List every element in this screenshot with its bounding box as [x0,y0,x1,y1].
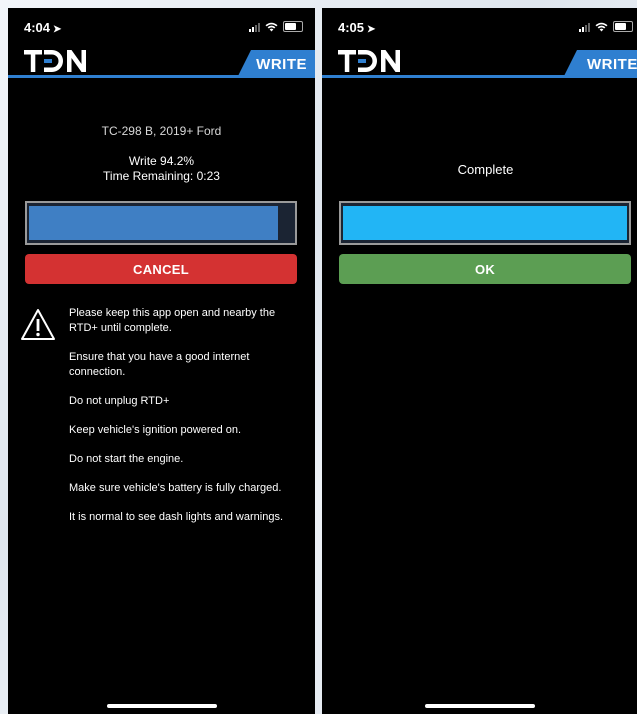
instruction-item: Do not start the engine. [69,453,184,465]
cellular-signal-icon [579,22,590,32]
status-time: 4:04 ➤ [24,20,61,35]
cancel-button-label: CANCEL [133,261,189,277]
warning-icon [21,309,55,340]
instruction-item: Ensure that you have a good internet con… [69,351,250,378]
battery-icon [283,21,303,32]
instruction-item: Please keep this app open and nearby the… [69,307,276,334]
status-time: 4:05 ➤ [338,20,375,35]
tdn-logo [24,50,86,72]
write-tab-label: WRITE [256,55,307,73]
location-arrow-icon: ➤ [53,24,62,35]
home-indicator[interactable] [424,704,535,708]
phone-screen-writing: 4:04 ➤ WRITE TC-298 B, 2019+ Ford Write 9… [8,8,315,714]
status-bar: 4:04 ➤ [8,8,315,44]
instruction-item: Do not unplug RTD+ [69,395,170,407]
write-tab[interactable]: WRITE [237,50,315,78]
cancel-button[interactable]: CANCEL [25,254,297,284]
status-message: Complete [457,162,514,177]
location-arrow-icon: ➤ [367,24,376,35]
cellular-signal-icon [249,22,260,32]
header-divider [8,75,315,78]
wifi-icon [265,22,278,31]
home-indicator[interactable] [106,704,217,708]
time-remaining: Time Remaining: 0:23 [103,169,220,183]
write-tab-label: WRITE [587,55,637,73]
status-icons [579,21,633,32]
app-header: WRITE [8,44,315,78]
instructions: Please keep this app open and nearby the… [69,306,305,539]
write-status: Write 94.2% Time Remaining: 0:23 [8,154,315,184]
tdn-logo [338,50,400,72]
progress-fill [29,206,278,240]
device-name: TC-298 B, 2019+ Ford [101,124,222,138]
progress-bar [339,201,631,245]
status-time-text: 4:04 [24,20,51,35]
write-tab[interactable]: WRITE [563,50,637,78]
instruction-item: Make sure vehicle's battery is fully cha… [69,482,282,494]
instruction-item: It is normal to see dash lights and warn… [69,511,284,523]
wifi-icon [595,22,608,31]
progress-fill [343,206,627,240]
ok-button-label: OK [474,261,496,277]
status-time-text: 4:05 [338,20,365,35]
phone-screen-complete: 4:05 ➤ WRITE Complete OK [322,8,637,714]
instruction-item: Keep vehicle's ignition powered on. [69,424,242,436]
write-progress-label: Write 94.2% [128,154,195,168]
header-divider [322,75,637,78]
app-header: WRITE [322,44,637,78]
status-bar: 4:05 ➤ [322,8,637,44]
battery-icon [613,21,633,32]
ok-button[interactable]: OK [339,254,631,284]
status-icons [249,21,303,32]
progress-bar [25,201,297,245]
